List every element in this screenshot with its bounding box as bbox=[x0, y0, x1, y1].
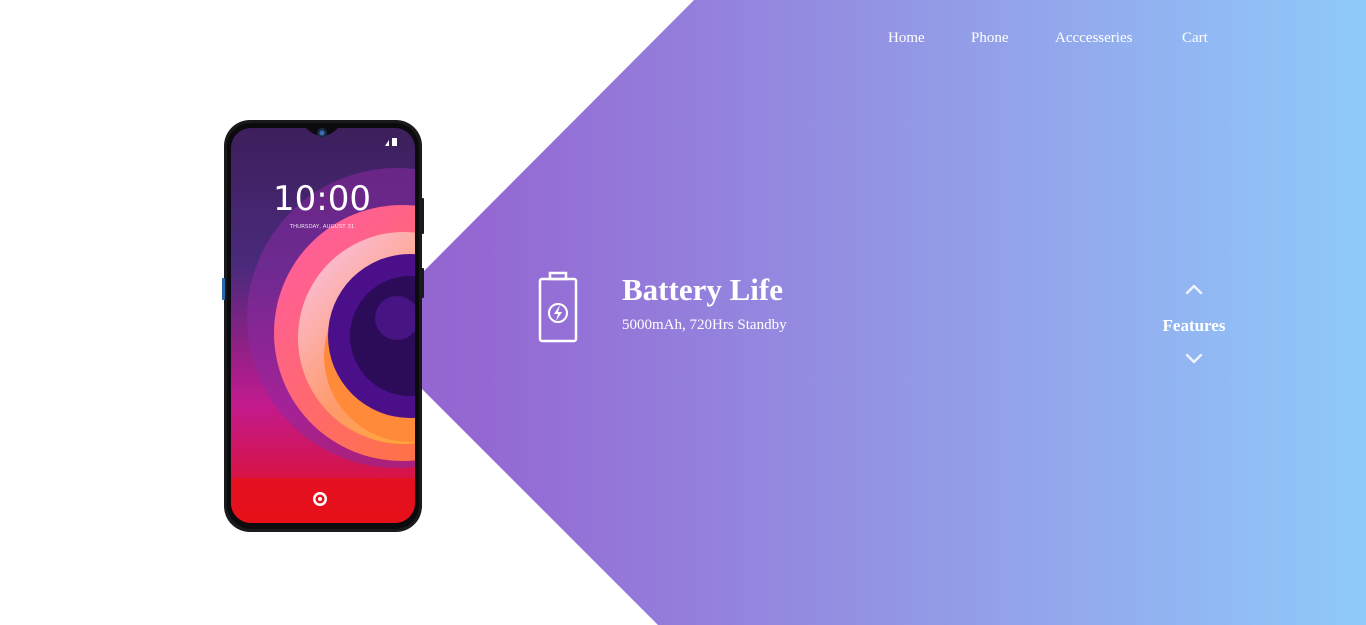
nav-home-link[interactable]: Home bbox=[888, 30, 925, 47]
nav-cart-link[interactable]: Cart bbox=[1182, 30, 1208, 47]
feature-title: Battery Life bbox=[622, 272, 783, 307]
nav-phone-link[interactable]: Phone bbox=[971, 30, 1009, 47]
features-navigator: Features bbox=[1150, 278, 1238, 370]
nav-accessories-link[interactable]: Acccesseries bbox=[1055, 30, 1132, 47]
top-nav: Home Phone Acccesseries Cart bbox=[0, 30, 1366, 52]
lock-screen-time: 10:00 bbox=[273, 179, 371, 219]
battery-charging-icon bbox=[538, 271, 578, 343]
lock-screen-date: THURSDAY, AUGUST 31 bbox=[289, 224, 355, 230]
smartphone-image: 10:00 THURSDAY, AUGUST 31 bbox=[222, 120, 424, 532]
features-label: Features bbox=[1162, 316, 1226, 335]
feature-description: 5000mAh, 720Hrs Standby bbox=[622, 317, 787, 333]
chevron-down-icon[interactable] bbox=[1184, 352, 1204, 366]
chevron-up-icon[interactable] bbox=[1184, 282, 1204, 296]
page: Home Phone Acccesseries Cart 10:00 THURS… bbox=[0, 0, 1366, 625]
